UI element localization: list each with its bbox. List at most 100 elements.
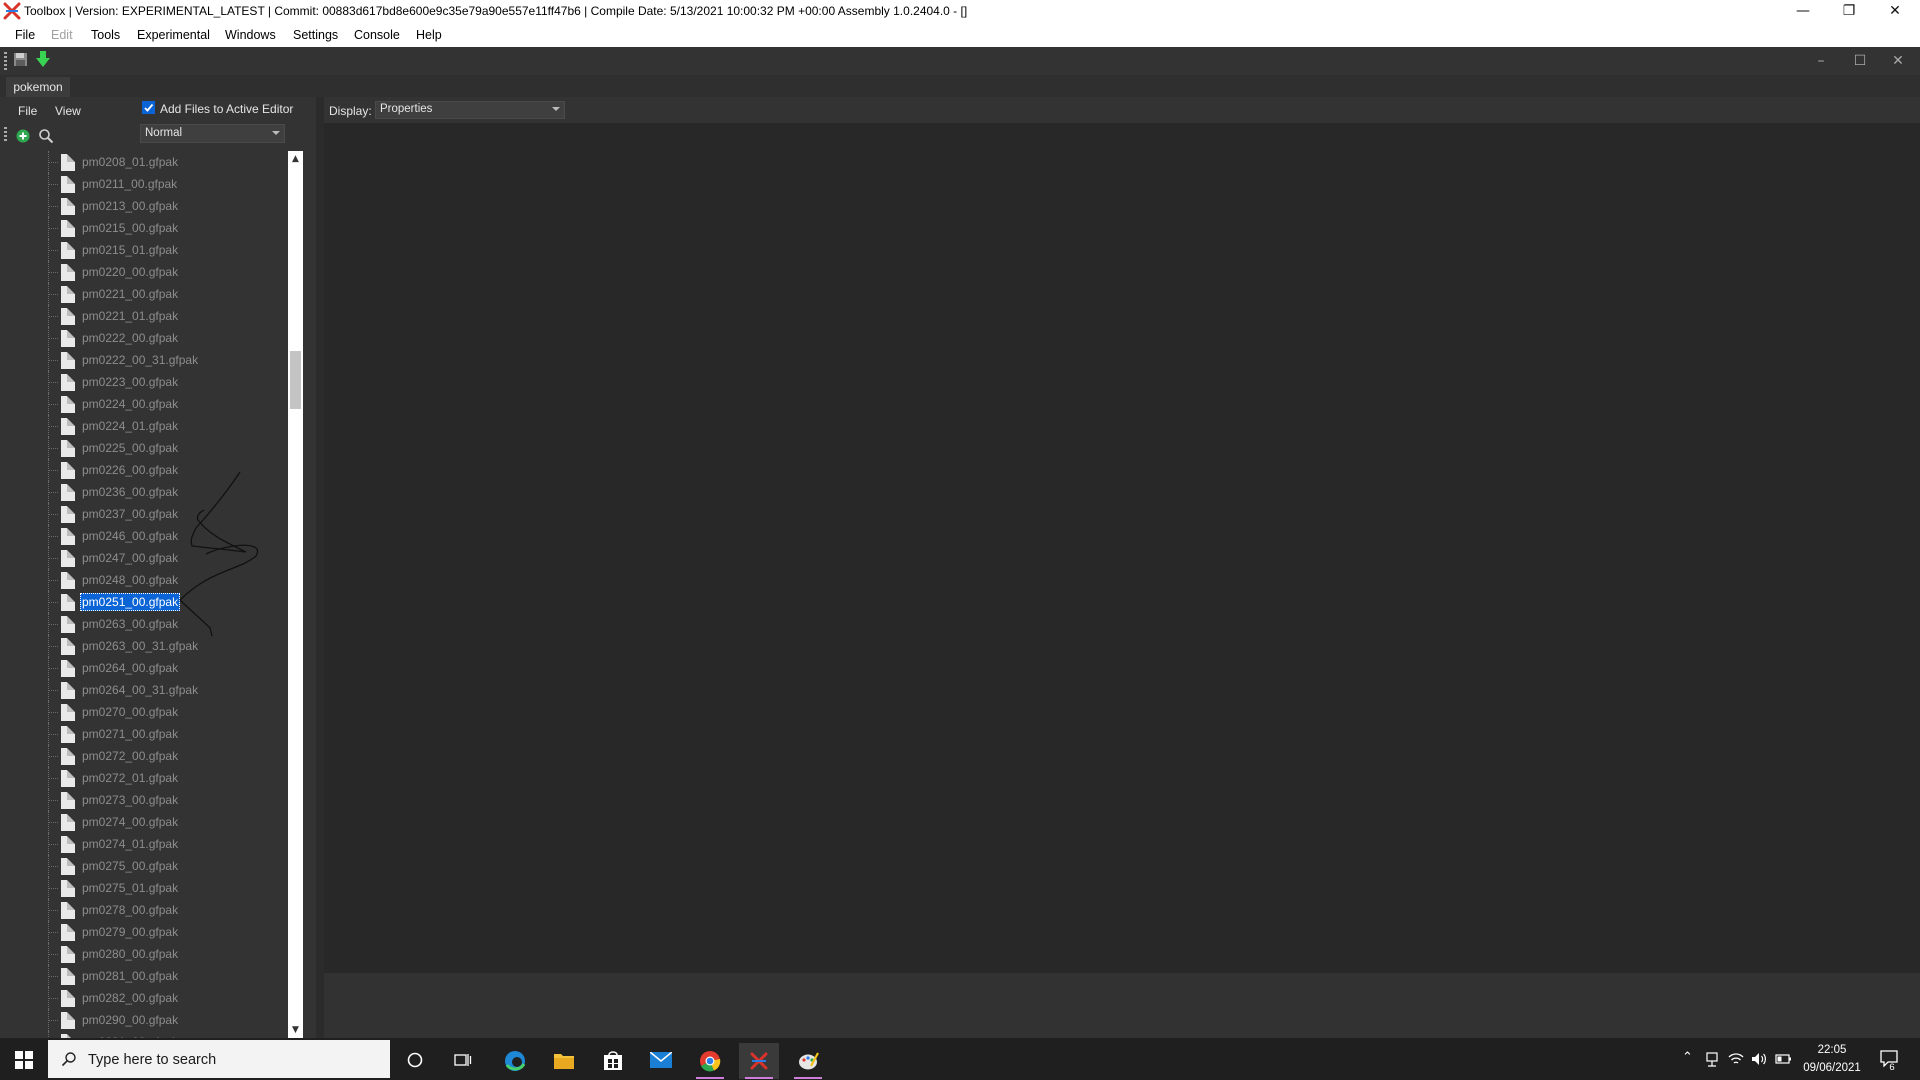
windows-start-icon[interactable] — [15, 1051, 33, 1069]
wifi-icon[interactable] — [1728, 1052, 1744, 1066]
taskbar-store[interactable] — [593, 1043, 633, 1079]
file-name[interactable]: pm0213_00.gfpak — [80, 198, 180, 214]
file-tree-row[interactable]: pm0290_00.gfpak — [0, 1009, 288, 1031]
file-name[interactable]: pm0247_00.gfpak — [80, 550, 180, 566]
file-tree-row[interactable]: pm0282_00.gfpak — [0, 987, 288, 1009]
file-tree-row[interactable]: pm0213_00.gfpak — [0, 195, 288, 217]
file-tree-row[interactable]: pm0222_00.gfpak — [0, 327, 288, 349]
file-name[interactable]: pm0221_00.gfpak — [80, 286, 180, 302]
file-name[interactable]: pm0281_00.gfpak — [80, 968, 180, 984]
file-name[interactable]: pm0274_01.gfpak — [80, 836, 180, 852]
file-name[interactable]: pm0264_00_31.gfpak — [80, 682, 200, 698]
file-name[interactable]: pm0251_00.gfpak — [80, 593, 181, 611]
file-name[interactable]: pm0208_01.gfpak — [80, 154, 180, 170]
file-tree-row[interactable]: pm0215_00.gfpak — [0, 217, 288, 239]
menu-settings[interactable]: Settings — [293, 28, 338, 42]
file-tree-row[interactable]: pm0274_00.gfpak — [0, 811, 288, 833]
battery-icon[interactable] — [1775, 1053, 1792, 1065]
tray-clock-date[interactable]: 09/06/2021 — [1795, 1062, 1869, 1074]
file-name[interactable]: pm0224_01.gfpak — [80, 418, 180, 434]
file-name[interactable]: pm0248_00.gfpak — [80, 572, 180, 588]
taskbar-edge[interactable] — [495, 1043, 535, 1079]
file-name[interactable]: pm0211_00.gfpak — [80, 176, 179, 192]
taskbar-search-input[interactable]: Type here to search — [48, 1040, 390, 1078]
explorer-menu-view[interactable]: View — [55, 104, 81, 118]
file-name[interactable]: pm0215_01.gfpak — [80, 242, 180, 258]
menu-windows[interactable]: Windows — [225, 28, 276, 42]
file-tree-row[interactable]: pm0222_00_31.gfpak — [0, 349, 288, 371]
taskbar-chrome[interactable] — [690, 1043, 730, 1079]
close-button[interactable]: ✕ — [1872, 0, 1918, 23]
file-tree-row[interactable]: pm0224_00.gfpak — [0, 393, 288, 415]
file-tree-scrollbar[interactable]: ▲ ▼ — [288, 151, 303, 1038]
explorer-mode-select[interactable]: Normal — [140, 124, 285, 143]
file-name[interactable]: pm0279_00.gfpak — [80, 924, 180, 940]
file-name[interactable]: pm0246_00.gfpak — [80, 528, 180, 544]
file-name[interactable]: pm0220_00.gfpak — [80, 264, 180, 280]
task-view-button[interactable] — [443, 1043, 483, 1079]
file-name[interactable]: pm0223_00.gfpak — [80, 374, 180, 390]
file-tree-row[interactable]: pm0280_00.gfpak — [0, 943, 288, 965]
file-tree-row[interactable]: pm0278_00.gfpak — [0, 899, 288, 921]
restore-button[interactable]: ❐ — [1826, 0, 1872, 23]
file-name[interactable]: pm0263_00_31.gfpak — [80, 638, 200, 654]
file-tree-row[interactable]: pm0270_00.gfpak — [0, 701, 288, 723]
file-tree-row[interactable]: pm0225_00.gfpak — [0, 437, 288, 459]
tray-clock-time[interactable]: 22:05 — [1795, 1044, 1869, 1056]
tab-pokemon[interactable]: pokemon — [6, 77, 70, 97]
file-name[interactable]: pm0226_00.gfpak — [80, 462, 180, 478]
file-name[interactable]: pm0263_00.gfpak — [80, 616, 180, 632]
file-name[interactable]: pm0274_00.gfpak — [80, 814, 180, 830]
file-name[interactable]: pm0280_00.gfpak — [80, 946, 180, 962]
file-name[interactable]: pm0264_00.gfpak — [80, 660, 180, 676]
scroll-down-icon[interactable]: ▼ — [288, 1022, 303, 1038]
file-tree-row[interactable]: pm0274_01.gfpak — [0, 833, 288, 855]
toolbar-grip[interactable] — [4, 52, 7, 70]
menu-file[interactable]: File — [15, 28, 35, 42]
file-name[interactable]: pm0224_00.gfpak — [80, 396, 180, 412]
file-tree-row[interactable]: pm0279_00.gfpak — [0, 921, 288, 943]
tray-network-adapter-icon[interactable] — [1705, 1052, 1719, 1067]
file-name[interactable]: pm0275_00.gfpak — [80, 858, 180, 874]
explorer-menu-file[interactable]: File — [18, 104, 37, 118]
minimize-button[interactable]: — — [1780, 0, 1826, 23]
file-tree-row[interactable]: pm0264_00.gfpak — [0, 657, 288, 679]
file-name[interactable]: pm0275_01.gfpak — [80, 880, 180, 896]
mdi-close-button[interactable]: ✕ — [1883, 51, 1913, 71]
file-tree-row[interactable]: pm0221_01.gfpak — [0, 305, 288, 327]
file-name[interactable]: pm0236_00.gfpak — [80, 484, 180, 500]
file-tree-row[interactable]: pm0211_00.gfpak — [0, 173, 288, 195]
file-name[interactable]: pm0272_01.gfpak — [80, 770, 180, 786]
tray-expand-icon[interactable]: ⌃ — [1682, 1050, 1693, 1065]
file-tree-row[interactable]: pm0271_00.gfpak — [0, 723, 288, 745]
file-tree-row[interactable]: pm0223_00.gfpak — [0, 371, 288, 393]
add-icon[interactable] — [15, 128, 31, 144]
file-name[interactable]: pm0270_00.gfpak — [80, 704, 180, 720]
file-tree-row[interactable]: pm0224_01.gfpak — [0, 415, 288, 437]
file-tree-row[interactable]: pm0220_00.gfpak — [0, 261, 288, 283]
menu-tools[interactable]: Tools — [91, 28, 120, 42]
file-tree-row[interactable]: pm0275_00.gfpak — [0, 855, 288, 877]
file-tree-row[interactable]: pm0275_01.gfpak — [0, 877, 288, 899]
file-name[interactable]: pm0222_00_31.gfpak — [80, 352, 200, 368]
taskbar-paint[interactable] — [788, 1043, 828, 1079]
mdi-maximize-button[interactable]: ☐ — [1845, 51, 1875, 71]
file-tree-row[interactable]: pm0208_01.gfpak — [0, 151, 288, 173]
file-tree-row[interactable]: pm0264_00_31.gfpak — [0, 679, 288, 701]
file-tree-row[interactable]: pm0273_00.gfpak — [0, 789, 288, 811]
taskbar-file-explorer[interactable] — [544, 1043, 584, 1079]
mdi-minimize-button[interactable]: – — [1806, 51, 1836, 71]
panel-splitter[interactable] — [316, 97, 324, 1038]
file-name[interactable]: pm0215_00.gfpak — [80, 220, 180, 236]
menu-edit[interactable]: Edit — [51, 28, 73, 42]
explorer-toolbar-grip[interactable] — [4, 127, 7, 143]
file-name[interactable]: pm0272_00.gfpak — [80, 748, 180, 764]
file-name[interactable]: pm0225_00.gfpak — [80, 440, 180, 456]
volume-icon[interactable] — [1751, 1052, 1767, 1066]
file-name[interactable]: pm0278_00.gfpak — [80, 902, 180, 918]
file-tree-row[interactable]: pm0291_00.gfpak — [0, 1031, 288, 1038]
file-tree-row[interactable]: pm0221_00.gfpak — [0, 283, 288, 305]
search-icon[interactable] — [38, 128, 54, 144]
menu-console[interactable]: Console — [354, 28, 400, 42]
file-name[interactable]: pm0273_00.gfpak — [80, 792, 180, 808]
